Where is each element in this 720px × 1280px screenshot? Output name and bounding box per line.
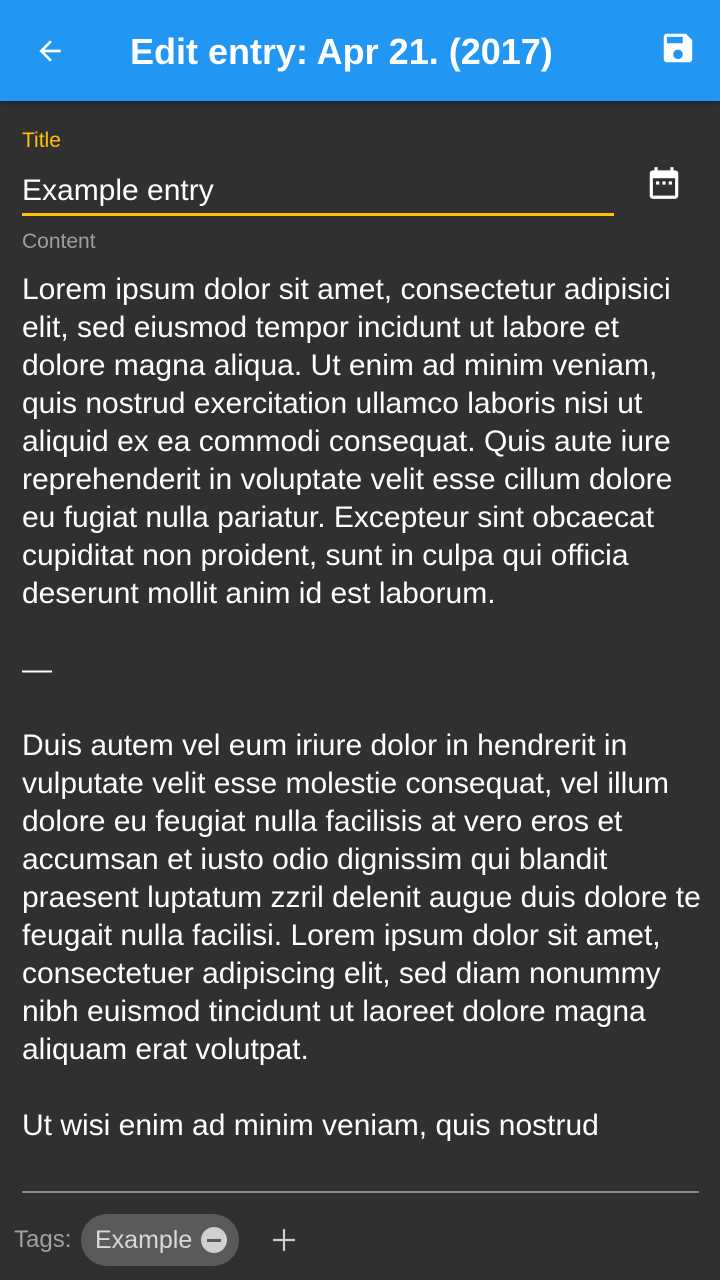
entry-form: Title Content Lorem ipsum dolor sit amet… (0, 101, 720, 1280)
save-icon (663, 33, 693, 63)
title-label: Title (22, 129, 61, 152)
content-label: Content (22, 230, 96, 253)
back-button[interactable] (22, 23, 78, 79)
tag-chip[interactable]: Example (81, 1214, 239, 1266)
plus-icon (273, 1229, 295, 1251)
date-picker-button[interactable] (636, 155, 692, 211)
add-tag-button[interactable] (262, 1218, 306, 1262)
tag-chip-label: Example (95, 1225, 193, 1254)
title-input[interactable] (22, 169, 614, 216)
content-underline (22, 1191, 699, 1193)
app-bar: Edit entry: Apr 21. (2017) (0, 0, 720, 101)
tags-label: Tags: (14, 1226, 72, 1253)
page-title: Edit entry: Apr 21. (2017) (130, 31, 553, 72)
calendar-icon (649, 167, 679, 199)
arrow-back-icon (39, 40, 61, 62)
remove-circle-icon[interactable] (201, 1227, 227, 1253)
content-textarea[interactable]: Lorem ipsum dolor sit amet, consectetur … (22, 271, 702, 1179)
save-button[interactable] (650, 20, 706, 76)
